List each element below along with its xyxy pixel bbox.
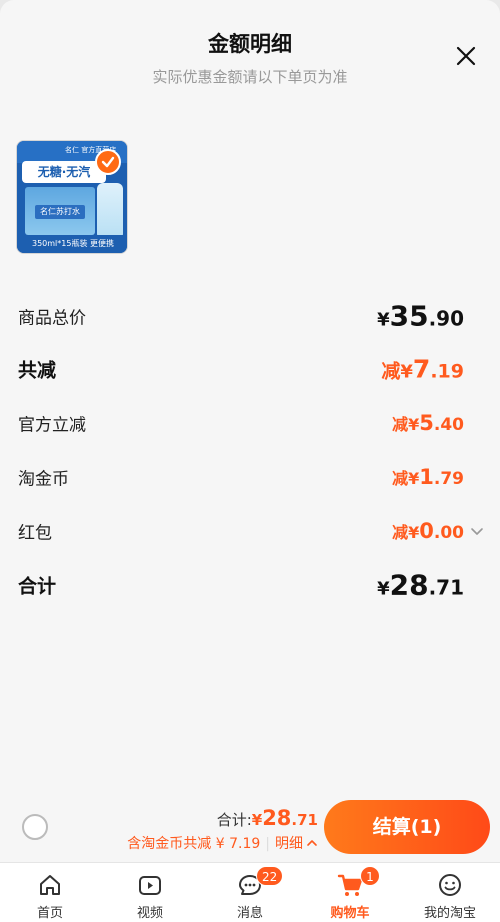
grand-total-value: ¥28.71 (377, 568, 464, 602)
tab-home-label: 首页 (36, 906, 63, 921)
row-red-packet[interactable]: 红包 减¥0.00 (0, 511, 500, 551)
row-grand-total: 合计 ¥28.71 (0, 565, 500, 605)
row-taobao-coins: 淘金币 减¥1.79 (0, 457, 500, 497)
checkout-button[interactable]: 结算(1) (324, 800, 490, 854)
total-discount-label: 共减 (18, 359, 57, 382)
total-discount-value: 减¥7.19 (381, 354, 464, 384)
tab-home[interactable]: 首页 (0, 863, 100, 922)
discount-summary-text: 含淘金币共减 ¥ 7.19 (127, 836, 261, 852)
total-price-label: 商品总价 (18, 308, 86, 329)
sum-label: 合计: (216, 811, 252, 829)
row-total-price: 商品总价 ¥35.90 (0, 296, 500, 336)
sum-yen: ¥ (251, 811, 263, 829)
cart-badge: 1 (360, 866, 380, 886)
product-box-label: 名仁苏打水 (35, 205, 85, 219)
amount-detail-sheet: 金额明细 实际优惠金额请以下单页为准 名仁 官方直营店 无糖·无汽 名仁苏打水 … (0, 0, 500, 922)
product-box-image: 名仁苏打水 (25, 187, 95, 235)
official-discount-label: 官方立减 (18, 415, 86, 436)
profile-icon (436, 871, 464, 899)
row-total-discount: 共减 减¥7.19 (0, 349, 500, 389)
tab-video-label: 视频 (136, 906, 163, 921)
home-icon (36, 871, 64, 899)
sheet-title: 金额明细 (208, 32, 292, 56)
bottom-tab-bar: 首页 视频 22 消息 1 购物车 我的淘宝 (0, 862, 500, 922)
sum-dec: .71 (291, 811, 318, 829)
sum-int: 28 (262, 806, 292, 830)
row-official-discount: 官方立减 减¥5.40 (0, 403, 500, 443)
checkout-sum: 合计:¥28.71 (217, 806, 318, 830)
detail-link[interactable]: 明细 (275, 836, 318, 852)
select-all-radio[interactable] (22, 814, 48, 840)
tab-cart[interactable]: 1 购物车 (300, 863, 400, 922)
taobao-coins-value: 减¥1.79 (392, 465, 464, 489)
product-thumbnail[interactable]: 名仁 官方直营店 无糖·无汽 名仁苏打水 350ml*15瓶装 更便携 (16, 140, 128, 254)
sheet-subtitle: 实际优惠金额请以下单页为准 (152, 68, 348, 86)
red-packet-value: 减¥0.00 (392, 519, 464, 543)
product-bottle-image (97, 183, 123, 237)
detail-link-label: 明细 (275, 836, 303, 852)
red-packet-label: 红包 (18, 523, 52, 544)
chevron-down-icon[interactable] (470, 524, 484, 538)
discount-summary: 含淘金币共减 ¥ 7.19 | 明细 (127, 833, 318, 853)
tab-profile-label: 我的淘宝 (423, 906, 476, 921)
chevron-up-icon (307, 840, 317, 846)
grand-total-label: 合计 (18, 575, 57, 598)
video-icon (136, 871, 164, 899)
divider: | (265, 836, 270, 852)
tab-messages-label: 消息 (236, 906, 263, 921)
selected-check-icon (95, 149, 121, 175)
product-caption: 350ml*15瓶装 更便携 (17, 235, 127, 253)
tab-messages[interactable]: 22 消息 (200, 863, 300, 922)
checkout-bar: 合计:¥28.71 含淘金币共减 ¥ 7.19 | 明细 结算(1) (0, 792, 500, 862)
close-icon[interactable] (454, 44, 478, 68)
tab-video[interactable]: 视频 (100, 863, 200, 922)
product-headline: 无糖·无汽 (22, 161, 106, 183)
sheet-header: 金额明细 实际优惠金额请以下单页为准 (0, 28, 500, 87)
official-discount-value: 减¥5.40 (392, 411, 464, 435)
total-price-value: ¥35.90 (377, 299, 464, 333)
tab-cart-label: 购物车 (330, 906, 370, 921)
message-badge: 22 (256, 866, 284, 886)
taobao-coins-label: 淘金币 (18, 469, 69, 490)
tab-profile[interactable]: 我的淘宝 (400, 863, 500, 922)
